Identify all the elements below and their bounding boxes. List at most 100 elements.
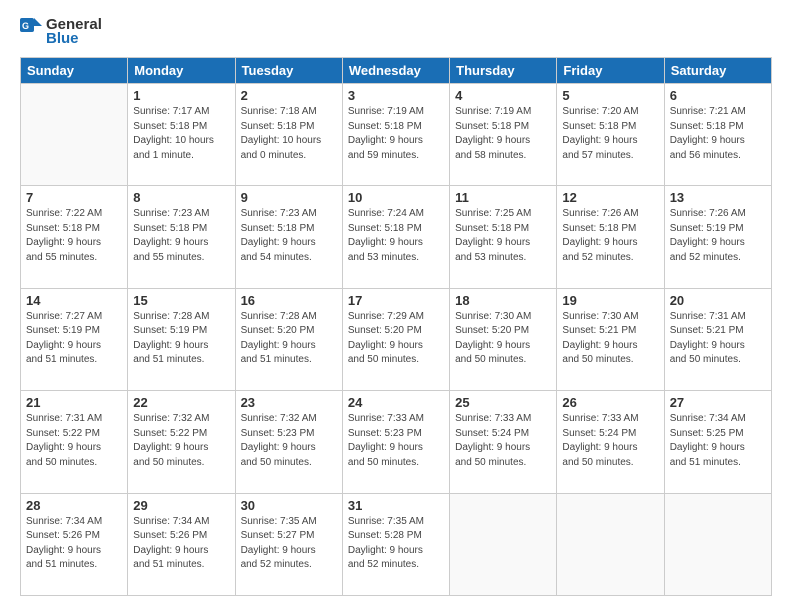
calendar-cell: 14Sunrise: 7:27 AM Sunset: 5:19 PM Dayli… — [21, 288, 128, 390]
calendar-cell: 2 Sunrise: 7:18 AM Sunset: 5:18 PM Daylig… — [235, 84, 342, 186]
svg-text:G: G — [22, 21, 29, 31]
calendar-cell: 18 Sunrise: 7:30 AM Sunset: 5:20 PM Dayli… — [450, 288, 557, 390]
weekday-header-sunday: Sunday — [21, 58, 128, 84]
calendar-cell: 4 Sunrise: 7:19 AM Sunset: 5:18 PM Daylig… — [450, 84, 557, 186]
calendar-cell: 20Sunrise: 7:31 AM Sunset: 5:21 PM Dayli… — [664, 288, 771, 390]
day-info: Sunrise: 7:29 AM Sunset: 5:20 PM Dayligh… — [348, 310, 444, 368]
calendar-cell: 21 Sunrise: 7:31 AM Sunset: 5:22 PM Dayli… — [21, 391, 128, 493]
calendar-cell: 16 Sunrise: 7:28 AM Sunset: 5:20 PM Dayli… — [235, 288, 342, 390]
day-number: 6 — [670, 88, 766, 103]
calendar-week-row-2: 7 Sunrise: 7:22 AM Sunset: 5:18 PM Daylig… — [21, 186, 772, 288]
day-info: Sunrise: 7:34 AM Sunset: 5:25 PM Dayligh… — [670, 412, 766, 470]
calendar-week-row-1: 1 Sunrise: 7:17 AM Sunset: 5:18 PM Daylig… — [21, 84, 772, 186]
calendar-cell: 17Sunrise: 7:29 AM Sunset: 5:20 PM Dayli… — [342, 288, 449, 390]
day-info: Sunrise: 7:34 AM Sunset: 5:26 PM Dayligh… — [133, 515, 229, 573]
calendar-cell: 15Sunrise: 7:28 AM Sunset: 5:19 PM Dayli… — [128, 288, 235, 390]
day-number: 22 — [133, 395, 229, 410]
calendar-cell: 22 Sunrise: 7:32 AM Sunset: 5:22 PM Dayli… — [128, 391, 235, 493]
day-number: 1 — [133, 88, 229, 103]
day-info: Sunrise: 7:35 AM Sunset: 5:27 PM Dayligh… — [241, 515, 337, 573]
calendar-cell: 1 Sunrise: 7:17 AM Sunset: 5:18 PM Daylig… — [128, 84, 235, 186]
calendar-cell: 7 Sunrise: 7:22 AM Sunset: 5:18 PM Daylig… — [21, 186, 128, 288]
calendar-cell: 12Sunrise: 7:26 AM Sunset: 5:18 PM Dayli… — [557, 186, 664, 288]
day-info: Sunrise: 7:22 AM Sunset: 5:18 PM Dayligh… — [26, 207, 122, 265]
weekday-header-wednesday: Wednesday — [342, 58, 449, 84]
day-number: 15 — [133, 293, 229, 308]
day-info: Sunrise: 7:31 AM Sunset: 5:22 PM Dayligh… — [26, 412, 122, 470]
day-number: 16 — [241, 293, 337, 308]
day-info: Sunrise: 7:33 AM Sunset: 5:24 PM Dayligh… — [455, 412, 551, 470]
calendar-cell — [664, 493, 771, 595]
calendar-week-row-5: 28 Sunrise: 7:34 AM Sunset: 5:26 PM Dayli… — [21, 493, 772, 595]
calendar-cell: 19Sunrise: 7:30 AM Sunset: 5:21 PM Dayli… — [557, 288, 664, 390]
weekday-header-saturday: Saturday — [664, 58, 771, 84]
day-info: Sunrise: 7:34 AM Sunset: 5:26 PM Dayligh… — [26, 515, 122, 573]
day-number: 25 — [455, 395, 551, 410]
day-info: Sunrise: 7:33 AM Sunset: 5:23 PM Dayligh… — [348, 412, 444, 470]
weekday-header-thursday: Thursday — [450, 58, 557, 84]
calendar-cell: 3 Sunrise: 7:19 AM Sunset: 5:18 PM Daylig… — [342, 84, 449, 186]
day-number: 3 — [348, 88, 444, 103]
day-number: 2 — [241, 88, 337, 103]
calendar-cell: 30Sunrise: 7:35 AM Sunset: 5:27 PM Dayli… — [235, 493, 342, 595]
day-info: Sunrise: 7:32 AM Sunset: 5:22 PM Dayligh… — [133, 412, 229, 470]
day-info: Sunrise: 7:21 AM Sunset: 5:18 PM Dayligh… — [670, 105, 766, 163]
calendar-cell — [21, 84, 128, 186]
day-info: Sunrise: 7:23 AM Sunset: 5:18 PM Dayligh… — [133, 207, 229, 265]
day-info: Sunrise: 7:30 AM Sunset: 5:21 PM Dayligh… — [562, 310, 658, 368]
calendar-cell: 6 Sunrise: 7:21 AM Sunset: 5:18 PM Daylig… — [664, 84, 771, 186]
day-info: Sunrise: 7:26 AM Sunset: 5:18 PM Dayligh… — [562, 207, 658, 265]
day-info: Sunrise: 7:28 AM Sunset: 5:20 PM Dayligh… — [241, 310, 337, 368]
day-number: 13 — [670, 190, 766, 205]
calendar-week-row-4: 21 Sunrise: 7:31 AM Sunset: 5:22 PM Dayli… — [21, 391, 772, 493]
day-info: Sunrise: 7:24 AM Sunset: 5:18 PM Dayligh… — [348, 207, 444, 265]
day-info: Sunrise: 7:26 AM Sunset: 5:19 PM Dayligh… — [670, 207, 766, 265]
day-number: 29 — [133, 498, 229, 513]
day-number: 18 — [455, 293, 551, 308]
calendar-cell — [557, 493, 664, 595]
day-number: 27 — [670, 395, 766, 410]
weekday-header-row: SundayMondayTuesdayWednesdayThursdayFrid… — [21, 58, 772, 84]
day-number: 5 — [562, 88, 658, 103]
calendar-week-row-3: 14Sunrise: 7:27 AM Sunset: 5:19 PM Dayli… — [21, 288, 772, 390]
calendar-cell: 8Sunrise: 7:23 AM Sunset: 5:18 PM Daylig… — [128, 186, 235, 288]
day-info: Sunrise: 7:30 AM Sunset: 5:20 PM Dayligh… — [455, 310, 551, 368]
calendar-cell: 9Sunrise: 7:23 AM Sunset: 5:18 PM Daylig… — [235, 186, 342, 288]
calendar-cell: 25 Sunrise: 7:33 AM Sunset: 5:24 PM Dayli… — [450, 391, 557, 493]
day-info: Sunrise: 7:33 AM Sunset: 5:24 PM Dayligh… — [562, 412, 658, 470]
calendar-cell — [450, 493, 557, 595]
day-number: 24 — [348, 395, 444, 410]
weekday-header-monday: Monday — [128, 58, 235, 84]
weekday-header-tuesday: Tuesday — [235, 58, 342, 84]
day-info: Sunrise: 7:19 AM Sunset: 5:18 PM Dayligh… — [455, 105, 551, 163]
logo: G General Blue — [20, 16, 102, 47]
day-info: Sunrise: 7:19 AM Sunset: 5:18 PM Dayligh… — [348, 105, 444, 163]
calendar-cell: 13 Sunrise: 7:26 AM Sunset: 5:19 PM Dayli… — [664, 186, 771, 288]
day-info: Sunrise: 7:20 AM Sunset: 5:18 PM Dayligh… — [562, 105, 658, 163]
calendar-cell: 27 Sunrise: 7:34 AM Sunset: 5:25 PM Dayli… — [664, 391, 771, 493]
day-number: 14 — [26, 293, 122, 308]
day-number: 20 — [670, 293, 766, 308]
day-number: 23 — [241, 395, 337, 410]
day-info: Sunrise: 7:18 AM Sunset: 5:18 PM Dayligh… — [241, 105, 337, 163]
day-number: 10 — [348, 190, 444, 205]
day-number: 26 — [562, 395, 658, 410]
day-number: 28 — [26, 498, 122, 513]
calendar-cell: 10 Sunrise: 7:24 AM Sunset: 5:18 PM Dayli… — [342, 186, 449, 288]
day-number: 4 — [455, 88, 551, 103]
logo-emblem-icon: G — [20, 18, 42, 40]
calendar-cell: 5 Sunrise: 7:20 AM Sunset: 5:18 PM Daylig… — [557, 84, 664, 186]
day-number: 7 — [26, 190, 122, 205]
calendar-cell: 31 Sunrise: 7:35 AM Sunset: 5:28 PM Dayli… — [342, 493, 449, 595]
day-info: Sunrise: 7:17 AM Sunset: 5:18 PM Dayligh… — [133, 105, 229, 163]
day-info: Sunrise: 7:35 AM Sunset: 5:28 PM Dayligh… — [348, 515, 444, 573]
day-number: 31 — [348, 498, 444, 513]
calendar-cell: 26 Sunrise: 7:33 AM Sunset: 5:24 PM Dayli… — [557, 391, 664, 493]
calendar-cell: 28 Sunrise: 7:34 AM Sunset: 5:26 PM Dayli… — [21, 493, 128, 595]
day-number: 21 — [26, 395, 122, 410]
calendar-cell: 29 Sunrise: 7:34 AM Sunset: 5:26 PM Dayli… — [128, 493, 235, 595]
day-info: Sunrise: 7:23 AM Sunset: 5:18 PM Dayligh… — [241, 207, 337, 265]
day-info: Sunrise: 7:32 AM Sunset: 5:23 PM Dayligh… — [241, 412, 337, 470]
day-number: 11 — [455, 190, 551, 205]
weekday-header-friday: Friday — [557, 58, 664, 84]
